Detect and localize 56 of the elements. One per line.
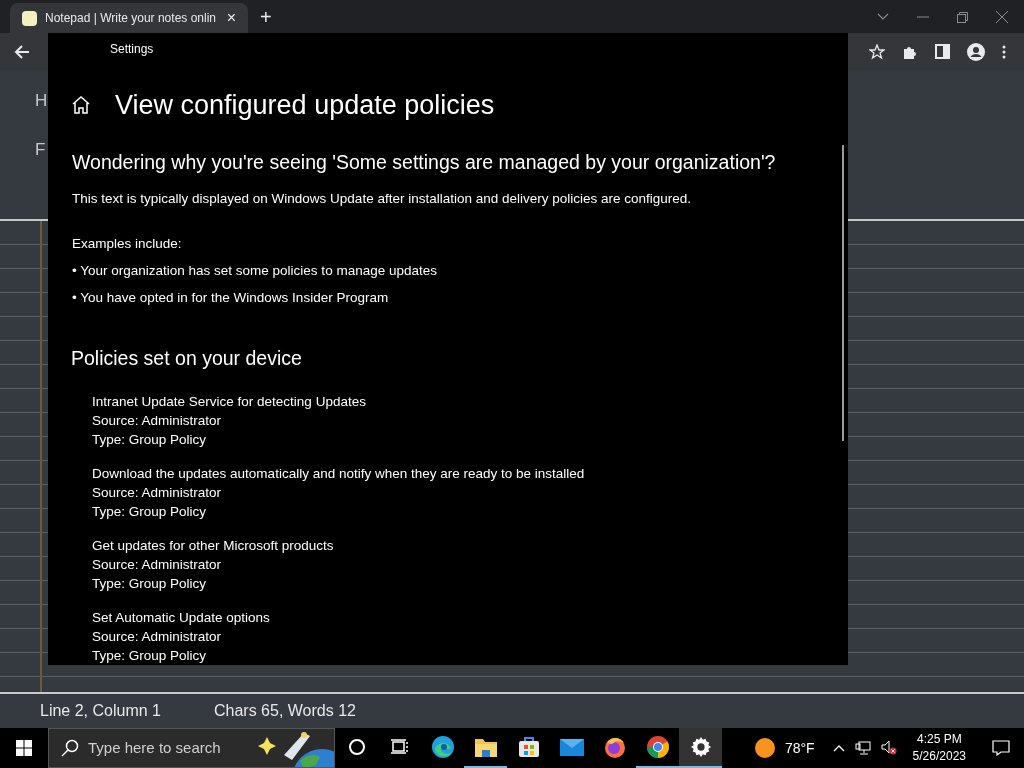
muted-speaker-icon[interactable] xyxy=(880,740,897,756)
tab-title: Notepad | Write your notes onlin xyxy=(45,10,217,27)
example-item: • Your organization has set some policies to manage updates xyxy=(72,262,438,279)
window-title: Settings xyxy=(110,41,154,57)
examples-label: Examples include: xyxy=(72,235,183,252)
policy-type: Type: Group Policy xyxy=(92,430,208,449)
mail-icon xyxy=(558,737,585,757)
chevron-up-icon[interactable] xyxy=(832,744,845,752)
network-icon[interactable] xyxy=(854,741,871,755)
chevron-down-icon[interactable] xyxy=(877,13,889,21)
policy-name: Intranet Update Service for detecting Updates xyxy=(92,392,367,411)
taskbar-app[interactable] xyxy=(679,728,722,768)
policy-type: Type: Group Policy xyxy=(92,574,208,593)
policy-type: Type: Group Policy xyxy=(92,646,208,665)
policy-name: Set Automatic Update options xyxy=(92,608,271,627)
policy-type: Type: Group Policy xyxy=(92,502,208,521)
sun-icon[interactable] xyxy=(754,738,775,758)
clock[interactable]: 4:25 PM 5/26/2023 xyxy=(906,731,972,765)
home-icon[interactable] xyxy=(71,95,91,115)
browser-tab[interactable]: Notepad | Write your notes onlin × xyxy=(10,3,248,33)
policy-name: Get updates for other Microsoft products xyxy=(92,536,335,555)
notification-icon[interactable] xyxy=(992,740,1010,756)
cursor-position: Line 2, Column 1 xyxy=(40,701,161,721)
description-text: This text is typically displayed on Windows Update after installation and delivery policies are configured. xyxy=(72,191,693,208)
section-heading: Policies set on your device xyxy=(71,347,303,371)
notepad-favicon-icon xyxy=(22,10,37,26)
example-item: • You have opted in for the Windows Insider Program xyxy=(72,289,390,307)
scrollbar[interactable] xyxy=(842,145,844,441)
policy-source: Source: Administrator xyxy=(92,555,223,574)
new-tab-button[interactable]: + xyxy=(260,7,272,27)
folder-icon xyxy=(473,736,498,758)
policy-name: Download the updates automatically and notify when they are ready to be installed xyxy=(92,464,586,483)
search-field[interactable]: Type here to search xyxy=(48,728,335,768)
sidebar-icon[interactable] xyxy=(935,44,950,59)
settings-icon xyxy=(689,736,712,758)
close-tab-button[interactable]: × xyxy=(226,10,236,26)
page-text: H xyxy=(35,92,48,109)
close-icon[interactable] xyxy=(996,11,1008,23)
section-heading: Wondering why you're seeing 'Some settings are managed by your organization'? xyxy=(72,151,777,175)
policy-source: Source: Administrator xyxy=(92,627,223,646)
back-arrow-icon[interactable] xyxy=(14,43,30,60)
weather-temperature[interactable]: 78°F xyxy=(784,737,815,759)
search-icon xyxy=(61,739,79,757)
profile-icon[interactable] xyxy=(967,42,985,61)
policy-source: Source: Administrator xyxy=(92,483,223,502)
task-view-icon xyxy=(390,739,409,755)
page-heading: View configured update policies xyxy=(115,88,495,122)
windows-logo-icon xyxy=(16,740,32,756)
restore-icon[interactable] xyxy=(957,11,968,23)
page-text: F xyxy=(35,141,46,158)
store-icon xyxy=(516,735,541,759)
circle-icon xyxy=(347,738,366,756)
character-count: Chars 65, Words 12 xyxy=(213,701,356,721)
star-icon[interactable] xyxy=(869,43,885,60)
policy-source: Source: Administrator xyxy=(92,411,223,430)
menu-icon[interactable] xyxy=(1002,44,1006,59)
